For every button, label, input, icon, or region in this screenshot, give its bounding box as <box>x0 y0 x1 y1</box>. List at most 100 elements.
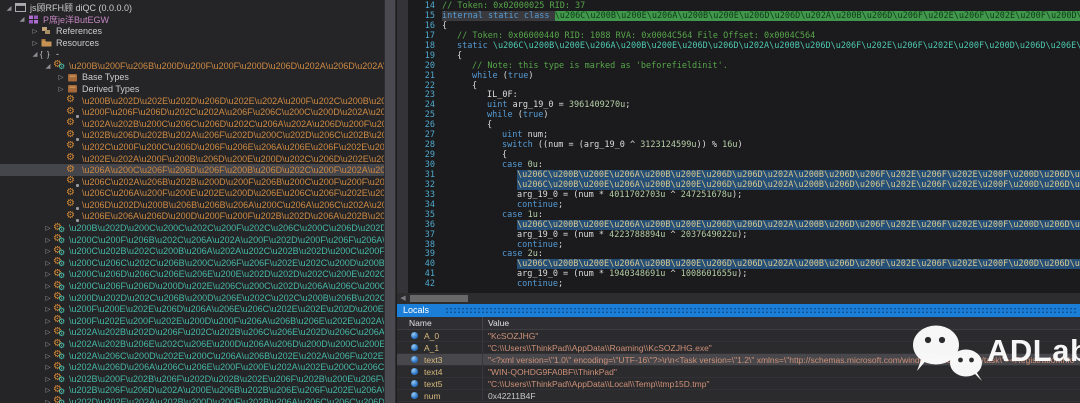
editor-horizontal-scrollbar[interactable]: ◀ <box>397 293 1080 304</box>
locals-row[interactable]: A_0"KcSOZJHG" <box>397 330 1080 342</box>
code-token: \u206C\u200B\u200E\u206A\u200B\u200E\u20… <box>493 41 1080 51</box>
code-line: 15internal static class \u206C\u200B\u20… <box>397 12 1080 22</box>
tree-item[interactable]: ▷⚙⚙\u202D\u202E\u202A\u202B\u200D\u200F\… <box>0 396 384 403</box>
locals-row[interactable]: A_1"C:\\Users\\ThinkPad\\AppData\\Roamin… <box>397 342 1080 354</box>
tree-item[interactable]: ⚙\u206E\u206A\u206D\u200D\u200F\u200F\u2… <box>0 211 384 223</box>
tree-item-label: - <box>56 49 59 59</box>
expander-icon[interactable]: ▷ <box>43 294 53 302</box>
column-header-value[interactable]: Value <box>483 317 1080 329</box>
expander-icon[interactable]: ▷ <box>43 386 53 394</box>
expander-icon[interactable]: ◢ <box>17 15 27 23</box>
expander-icon[interactable]: ▷ <box>43 247 53 255</box>
tree-item[interactable]: ⚙\u206A\u200C\u206F\u206D\u206F\u200B\u2… <box>0 164 384 176</box>
tree-item[interactable]: ▷References <box>0 25 384 37</box>
expander-icon[interactable]: ▷ <box>30 27 40 35</box>
tree-item-label: \u200F\u202E\u200F\u202E\u200D\u200F\u20… <box>69 316 384 326</box>
locals-row[interactable]: num0x42211B4F <box>397 390 1080 402</box>
tree-item-label: Resources <box>56 38 99 48</box>
tree-item[interactable]: ▷⚙⚙\u200C\u200F\u206B\u202C\u206A\u202A\… <box>0 234 384 246</box>
tree-item[interactable]: ▷⚙⚙\u200B\u202D\u200C\u200C\u202C\u200F\… <box>0 222 384 234</box>
tree-item[interactable]: ▷⚙⚙\u200F\u200E\u202E\u206D\u206A\u206E\… <box>0 303 384 315</box>
basetypes-icon <box>66 72 80 83</box>
expander-icon[interactable]: ▷ <box>43 340 53 348</box>
gear-icon: ⚙ <box>66 107 80 118</box>
code-editor[interactable]: 14// Token: 0x02000025 RID: 3715internal… <box>397 0 1080 293</box>
tree-vertical-scrollbar[interactable] <box>384 0 396 403</box>
gear-icon: ⚙ <box>66 95 80 106</box>
expander-icon[interactable]: ▷ <box>56 73 66 81</box>
expander-icon[interactable]: ▷ <box>43 270 53 278</box>
tree-item[interactable]: ⚙\u200B\u202D\u202E\u202D\u206D\u202E\u2… <box>0 95 384 107</box>
expander-icon[interactable]: ▷ <box>43 305 53 313</box>
locals-title-bar[interactable]: Locals <box>397 304 1080 317</box>
breakpoint-margin[interactable] <box>397 0 408 293</box>
code-token: continue <box>517 279 558 289</box>
expander-icon[interactable]: ▷ <box>43 317 53 325</box>
tree-item[interactable]: ▷Base Types <box>0 72 384 84</box>
tree-scrollbar-thumb[interactable] <box>385 0 395 403</box>
expander-icon[interactable]: ▷ <box>43 236 53 244</box>
tree-item[interactable]: ◢{ }- <box>0 48 384 60</box>
locals-row[interactable]: text4"WIN-QOHDG9FA0BF\\ThinkPad" <box>397 366 1080 378</box>
code-token: 4011702703u <box>609 190 665 200</box>
tree-item[interactable]: ▷⚙⚙\u202A\u206D\u206A\u206C\u206E\u200F\… <box>0 361 384 373</box>
tree-item[interactable]: ◢js顾RFH顾 diQC (0.0.0.0) <box>0 2 384 14</box>
code-token: 2u <box>528 249 538 259</box>
code-token: uint <box>502 130 522 140</box>
tree-item-label: \u200C\u206F\u206D\u200D\u202E\u206C\u20… <box>69 281 384 291</box>
expander-icon[interactable]: ▷ <box>43 282 53 290</box>
expander-icon[interactable]: ▷ <box>43 352 53 360</box>
code-token: 4223788894u <box>609 230 665 240</box>
tree-item[interactable]: ◢P席je洋ButEGW <box>0 14 384 26</box>
tree-item[interactable]: ▷ Resources <box>0 37 384 49</box>
tree-item[interactable]: ⚙\u202E\u202A\u200F\u200B\u206D\u200E\u2… <box>0 153 384 165</box>
tree-item[interactable]: ▷⚙⚙\u202A\u206C\u200D\u202E\u200C\u206A\… <box>0 350 384 362</box>
tree-item[interactable]: ⚙\u202A\u202B\u200C\u206C\u206D\u202C\u2… <box>0 118 384 130</box>
code-token: switch <box>502 140 533 150</box>
tree-item[interactable]: ▷⚙⚙\u202B\u200F\u202B\u206F\u202D\u202B\… <box>0 373 384 385</box>
tree-item[interactable]: ▷⚙⚙\u200F\u202E\u200F\u202E\u200D\u200F\… <box>0 315 384 327</box>
tree-item[interactable]: ⚙\u206C\u206A\u200F\u200E\u202E\u200D\u2… <box>0 188 384 200</box>
locals-row[interactable]: text3"<?xml version=\"1.0\" encoding=\"U… <box>397 354 1080 366</box>
expander-icon[interactable]: ▷ <box>43 375 53 383</box>
tree-item[interactable]: ⚙\u206C\u202A\u206B\u202B\u200D\u200F\u2… <box>0 176 384 188</box>
tree-item[interactable]: ▷⚙⚙\u200C\u202B\u202C\u200B\u206A\u202A\… <box>0 245 384 257</box>
gear-icon: ⚙ <box>66 153 80 164</box>
scroll-left-arrow-icon[interactable]: ◀ <box>398 293 408 304</box>
tree-item[interactable]: ▷⚙⚙\u200C\u206C\u202C\u206B\u200C\u206F\… <box>0 257 384 269</box>
tree-item[interactable]: ▷⚙⚙\u202A\u202B\u202D\u206F\u202C\u202B\… <box>0 327 384 339</box>
locals-title: Locals <box>403 305 429 315</box>
tree-item[interactable]: ▷⚙⚙\u200D\u202D\u202C\u206B\u200D\u206E\… <box>0 292 384 304</box>
tree-item[interactable]: ⚙\u202B\u206D\u202B\u202A\u206F\u202D\u2… <box>0 130 384 142</box>
expander-icon[interactable]: ▷ <box>43 398 53 403</box>
expander-icon[interactable]: ▷ <box>43 224 53 232</box>
code-token: while <box>487 110 513 120</box>
tree-item[interactable]: ▷⚙⚙\u202B\u206F\u206D\u202A\u200E\u206B\… <box>0 385 384 397</box>
tree-item[interactable]: ⚙\u206D\u202D\u200B\u206B\u206B\u206A\u2… <box>0 199 384 211</box>
code-token: ((num = (arg_19_0 ^ <box>533 140 640 150</box>
expander-icon[interactable]: ◢ <box>30 50 40 58</box>
locals-row[interactable]: text5"C:\\Users\\ThinkPad\\AppData\\Loca… <box>397 378 1080 390</box>
expander-icon[interactable]: ▷ <box>30 39 40 47</box>
code-token: ( <box>513 110 523 120</box>
class-icon: ⚙⚙ <box>53 385 67 396</box>
expander-icon[interactable]: ▷ <box>43 259 53 267</box>
column-header-name[interactable]: Name <box>397 317 483 329</box>
code-token: arg_19_0 = <box>507 100 568 110</box>
class-icon: ⚙⚙ <box>53 339 67 350</box>
expander-icon[interactable]: ◢ <box>43 62 53 70</box>
tree-item[interactable]: ⚙\u202C\u200F\u200C\u206D\u206F\u206E\u2… <box>0 141 384 153</box>
tree-item[interactable]: ▷Derived Types <box>0 83 384 95</box>
tree-item[interactable]: ⚙\u200F\u206F\u206D\u202C\u202A\u206F\u2… <box>0 106 384 118</box>
assembly-explorer-tree[interactable]: ◢js顾RFH顾 diQC (0.0.0.0)◢P席je洋ButEGW▷Refe… <box>0 0 384 403</box>
expander-icon[interactable]: ▷ <box>43 328 53 336</box>
code-token: 1u <box>528 210 538 220</box>
expander-icon[interactable]: ▷ <box>56 85 66 93</box>
tree-item[interactable]: ◢⚙⚙\u200B\u200F\u206B\u200D\u200F\u200F\… <box>0 60 384 72</box>
expander-icon[interactable]: ▷ <box>43 363 53 371</box>
tree-item[interactable]: ▷⚙⚙\u200C\u206F\u206D\u200D\u202E\u206C\… <box>0 280 384 292</box>
expander-icon[interactable]: ◢ <box>4 4 14 12</box>
editor-hscrollbar-thumb[interactable] <box>410 295 468 302</box>
tree-item[interactable]: ▷⚙⚙\u202A\u202B\u206E\u202C\u206E\u200D\… <box>0 338 384 350</box>
tree-item[interactable]: ▷⚙⚙\u200C\u206D\u206C\u206E\u206E\u200E\… <box>0 269 384 281</box>
